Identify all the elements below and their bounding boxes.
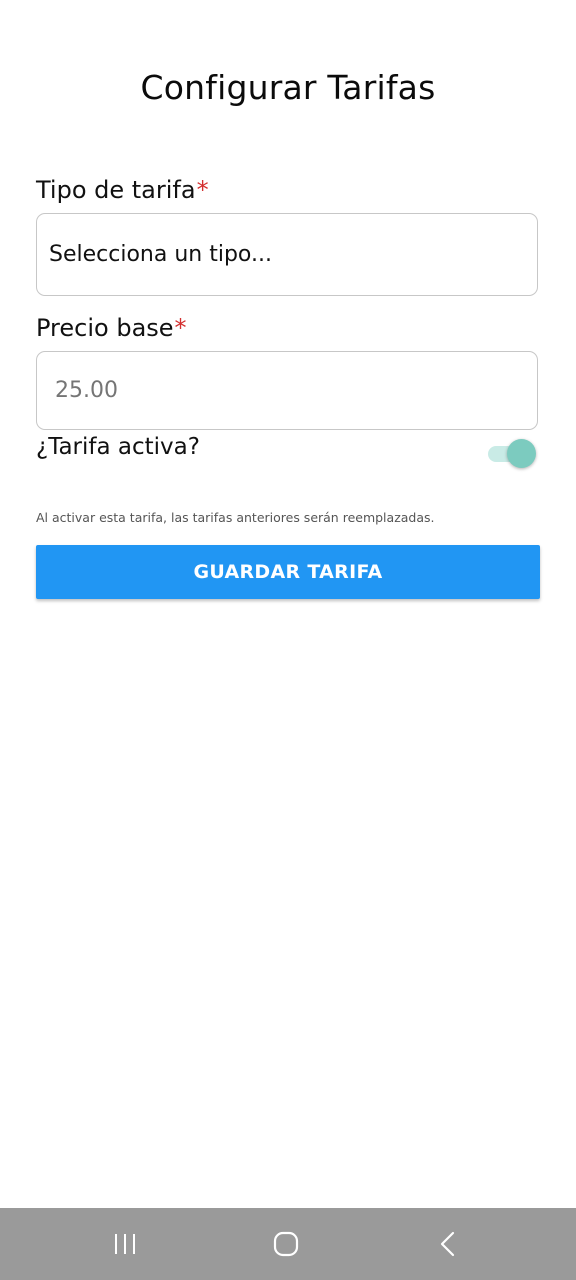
home-icon: [273, 1231, 299, 1257]
recents-icon: [115, 1234, 135, 1254]
toggle-thumb[interactable]: [507, 439, 536, 468]
activa-label: ¿Tarifa activa?: [36, 434, 200, 460]
precio-input[interactable]: [37, 352, 537, 429]
tipo-label-text: Tipo de tarifa: [36, 176, 196, 204]
required-mark: *: [196, 176, 209, 204]
precio-field[interactable]: [36, 351, 538, 430]
save-button[interactable]: GUARDAR TARIFA: [36, 545, 540, 599]
back-button[interactable]: [428, 1228, 468, 1260]
system-nav-bar: [0, 1208, 576, 1280]
screen: Configurar Tarifas Tipo de tarifa* Selec…: [0, 0, 576, 1280]
precio-label-text: Precio base: [36, 314, 174, 342]
page-title: Configurar Tarifas: [140, 68, 436, 107]
activa-row: ¿Tarifa activa?: [36, 434, 538, 470]
activa-toggle[interactable]: [486, 438, 536, 468]
home-button[interactable]: [266, 1228, 306, 1260]
tipo-select-value: Selecciona un tipo...: [49, 242, 272, 267]
precio-label: Precio base*: [36, 314, 187, 342]
hint-text: Al activar esta tarifa, las tarifas ante…: [36, 510, 435, 525]
tipo-select[interactable]: Selecciona un tipo...: [36, 213, 538, 296]
tipo-label: Tipo de tarifa*: [36, 176, 209, 204]
back-icon: [440, 1231, 455, 1257]
required-mark: *: [174, 314, 187, 342]
recents-button[interactable]: [105, 1228, 145, 1260]
